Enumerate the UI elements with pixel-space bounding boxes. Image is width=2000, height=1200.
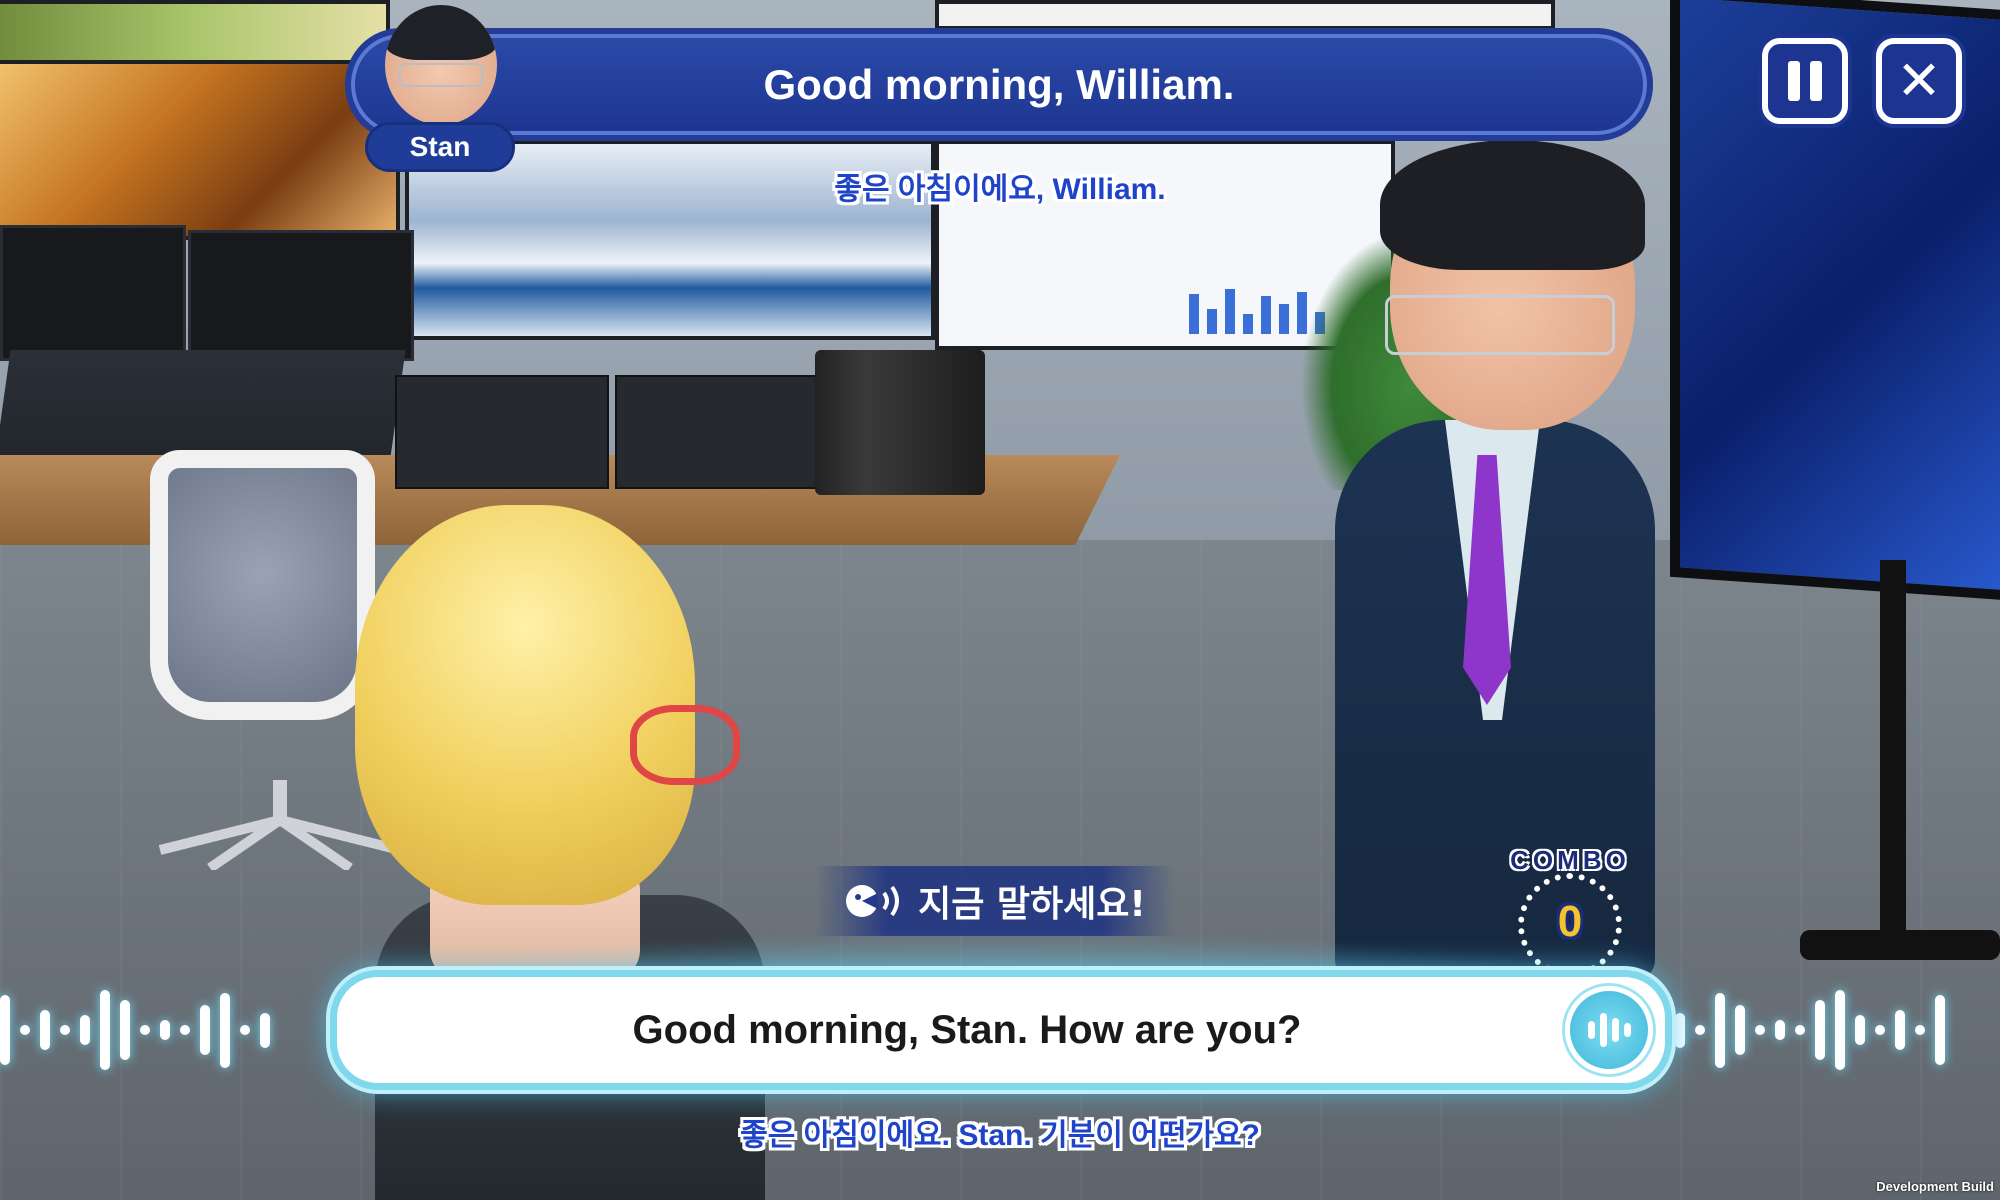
stan-avatar-glasses: [1385, 295, 1615, 355]
speaker-portrait: [385, 5, 497, 125]
william-avatar-hair: [355, 505, 695, 905]
studio-speaker: [815, 350, 985, 495]
answer-translation: 좋은 아침이에요. Stan. 기분이 어떤가요?: [740, 1119, 1260, 1152]
analytics-bar: [1243, 314, 1253, 334]
equipment-rack: [615, 375, 819, 489]
pause-button[interactable]: [1762, 38, 1848, 124]
close-icon: ✕: [1896, 49, 1942, 112]
analytics-bar: [1279, 304, 1289, 334]
voice-input-button[interactable]: [1565, 986, 1653, 1074]
answer-text: Good morning, Stan. How are you?: [632, 1007, 1302, 1052]
wall-screen-map: [935, 0, 1555, 30]
voice-waveform-right: [1675, 985, 1945, 1075]
studio-monitor: [0, 225, 186, 361]
display-stand: [1880, 560, 1906, 940]
equipment-rack: [395, 375, 609, 489]
speaker-portrait-glasses: [399, 63, 483, 87]
pause-icon: [1788, 61, 1822, 101]
analytics-bar: [1207, 309, 1217, 334]
voice-waveform-left: [0, 985, 270, 1075]
office-chair: [150, 450, 375, 720]
analytics-bar: [1189, 294, 1199, 334]
studio-monitor: [188, 230, 414, 361]
answer-bubble: Good morning, Stan. How are you?: [330, 970, 1672, 1090]
speaking-head-icon: [846, 885, 900, 917]
speak-now-label: 지금 말하세요!: [918, 884, 1146, 925]
william-avatar-glasses: [630, 705, 740, 785]
npc-dialogue-banner: Good morning, William.: [345, 28, 1653, 141]
wall-screen-autumn: [0, 60, 400, 240]
speaker-portrait-hair: [385, 5, 497, 60]
analytics-bar: [1225, 289, 1235, 334]
development-build-label: Development Build: [1876, 1179, 1994, 1194]
speak-now-prompt: 지금 말하세요!: [815, 866, 1175, 936]
voice-wave-icon: [1587, 1021, 1595, 1039]
npc-dialogue-text: Good morning, William.: [763, 60, 1235, 108]
combo-label: COMBO: [1510, 845, 1630, 875]
npc-dialogue-translation: 좋은 아침이에요, William.: [834, 173, 1166, 206]
display-stand-foot: [1800, 930, 2000, 960]
close-button[interactable]: ✕: [1876, 38, 1962, 124]
analytics-bar: [1261, 296, 1271, 334]
